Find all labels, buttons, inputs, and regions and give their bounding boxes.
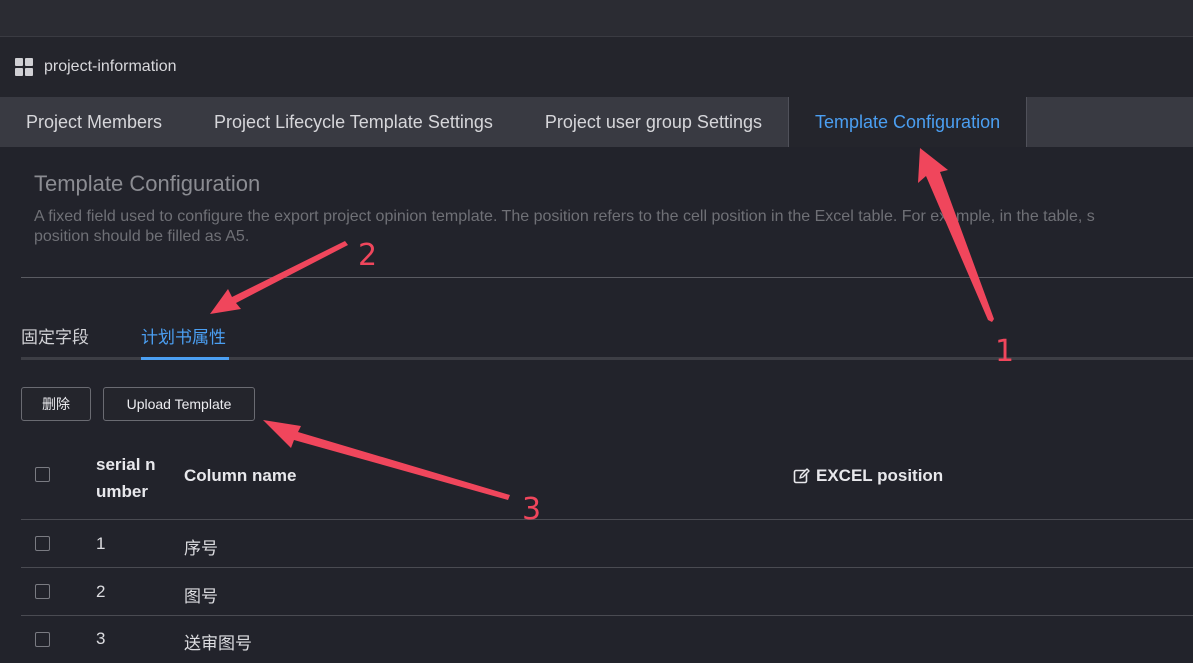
- window-title: project-information: [44, 58, 177, 75]
- row-serial: 2: [96, 582, 106, 601]
- table-row: 3 送审图号: [21, 616, 1193, 663]
- row-column-name: 图号: [184, 587, 218, 606]
- subtab-active-indicator: [141, 357, 229, 360]
- tab-project-lifecycle-template-settings[interactable]: Project Lifecycle Template Settings: [188, 97, 519, 147]
- tab-project-members[interactable]: Project Members: [0, 97, 188, 147]
- header-excel-position: EXCEL position: [793, 466, 943, 486]
- tab-project-user-group-settings[interactable]: Project user group Settings: [519, 97, 788, 147]
- select-all-checkbox[interactable]: [35, 467, 50, 482]
- row-serial: 1: [96, 534, 106, 553]
- sub-tab-bar: 固定字段 计划书属性: [21, 315, 1193, 360]
- grid-icon: [15, 58, 33, 76]
- table-row: 2 图号: [21, 568, 1193, 616]
- tab-template-configuration[interactable]: Template Configuration: [787, 97, 1028, 147]
- edit-icon: [793, 467, 810, 483]
- section-description-line1: A fixed field used to configure the expo…: [34, 208, 1095, 225]
- annotation-marker-2: 2: [358, 238, 378, 273]
- section-divider: [21, 277, 1193, 278]
- window-title-bar: project-information: [0, 37, 1193, 97]
- row-column-name: 送审图号: [184, 634, 252, 653]
- upload-template-button[interactable]: Upload Template: [103, 387, 255, 421]
- top-bar: [0, 0, 1193, 37]
- row-checkbox[interactable]: [35, 584, 50, 599]
- content-area: Template Configuration A fixed field use…: [0, 147, 1193, 653]
- header-serial-number: serial n umber: [96, 451, 156, 505]
- header-serial-number-line1: serial n: [96, 455, 156, 474]
- fields-table: serial n umber Column name EXCEL positio…: [21, 443, 1193, 663]
- section-title: Template Configuration: [34, 171, 261, 196]
- row-column-name: 序号: [184, 539, 218, 558]
- header-column-name: Column name: [184, 466, 297, 485]
- subtab-plan-attributes[interactable]: 计划书属性: [141, 323, 226, 348]
- delete-button[interactable]: 删除: [21, 387, 91, 421]
- section-description: A fixed field used to configure the expo…: [34, 207, 1193, 247]
- annotation-marker-1: 1: [995, 334, 1015, 369]
- section-description-line2: position should be filled as A5.: [34, 228, 250, 245]
- header-serial-number-line2: umber: [96, 482, 148, 501]
- row-checkbox[interactable]: [35, 632, 50, 647]
- subtab-fixed-fields[interactable]: 固定字段: [21, 323, 89, 348]
- row-checkbox[interactable]: [35, 536, 50, 551]
- annotation-marker-3: 3: [522, 492, 542, 527]
- row-serial: 3: [96, 629, 106, 648]
- table-row: 1 序号: [21, 520, 1193, 568]
- main-tab-bar: Project Members Project Lifecycle Templa…: [0, 97, 1193, 147]
- table-header: serial n umber Column name EXCEL positio…: [21, 443, 1193, 520]
- header-excel-position-label: EXCEL position: [816, 466, 944, 485]
